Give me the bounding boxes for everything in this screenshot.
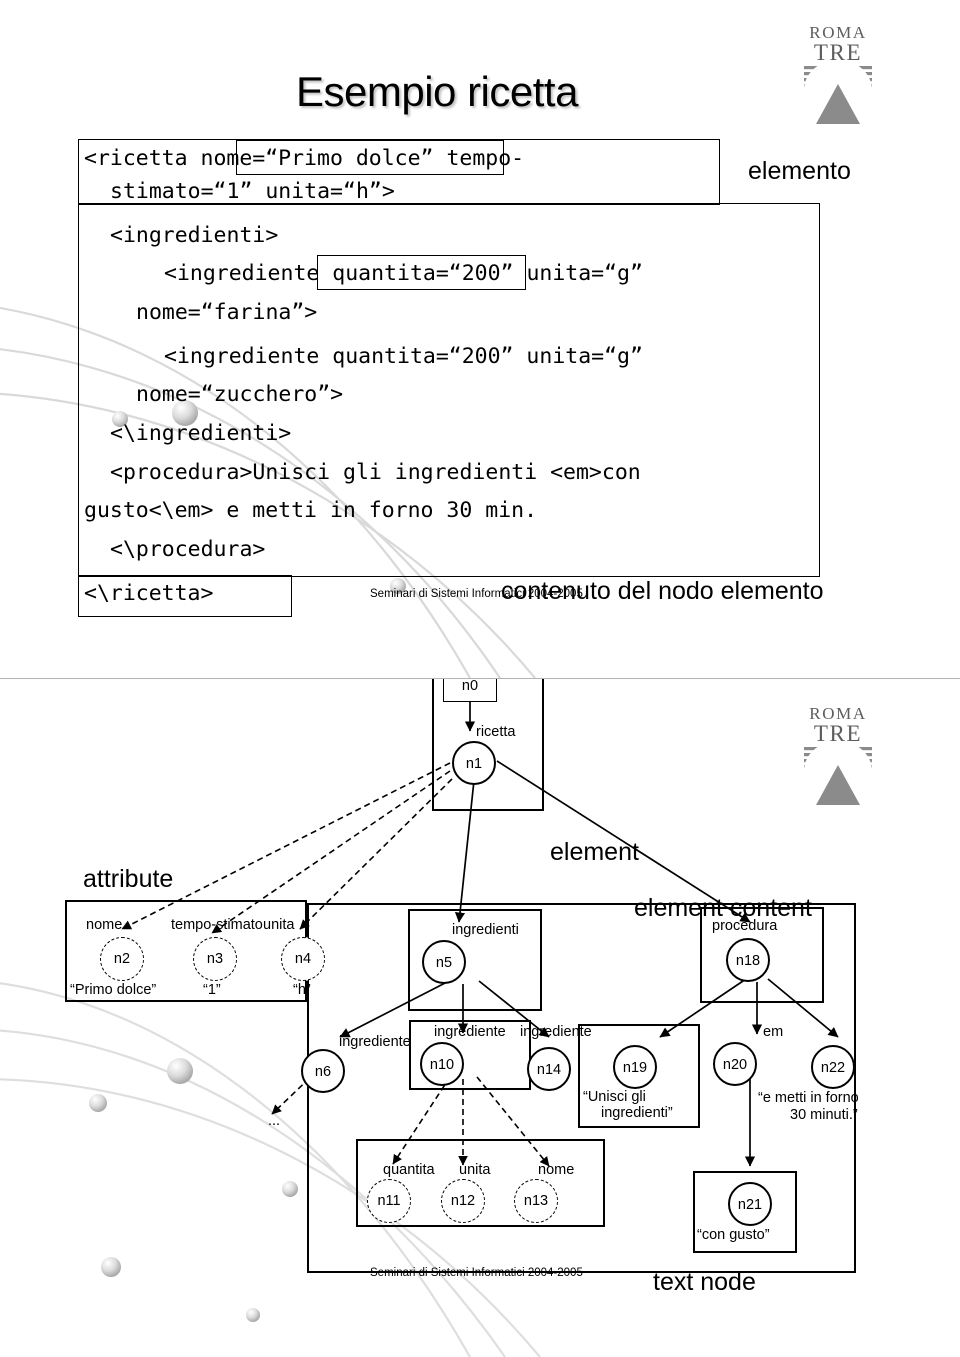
node-n11-label: n11 xyxy=(377,1193,401,1209)
code-line-2: stimato=“1” unita=“h”> xyxy=(110,179,395,204)
node-n19-label: n19 xyxy=(622,1060,648,1076)
node-n11[interactable]: n11 xyxy=(367,1179,411,1223)
code-seg-rest: tempo- xyxy=(433,146,525,171)
code-seg-rest2: unita=“g” xyxy=(513,261,643,286)
edge-label-ricetta: ricetta xyxy=(476,724,516,740)
node-n21-value: “con gusto” xyxy=(697,1227,770,1243)
node-n3[interactable]: n3 xyxy=(193,937,237,981)
node-n13-label: n13 xyxy=(523,1193,549,1209)
node-n20-label: n20 xyxy=(722,1057,748,1073)
node-n6-label: n6 xyxy=(314,1064,332,1080)
node-n5-label: n5 xyxy=(435,955,453,971)
presentation-page: ROMA TRE Esempio ricetta <ricetta nome=“… xyxy=(0,0,960,1357)
code-line-5: nome=“farina”> xyxy=(136,300,318,325)
code-line-11: <\procedura> xyxy=(110,537,266,562)
code-line-4: <ingrediente quantita=“200” unita=“g” xyxy=(164,257,643,290)
node-n4-value: “h” xyxy=(293,982,311,998)
node-n12[interactable]: n12 xyxy=(441,1179,485,1223)
node-n22-label: n22 xyxy=(820,1060,846,1076)
node-n0[interactable]: n0 xyxy=(443,679,497,702)
ellipsis-label: ... xyxy=(268,1113,281,1129)
node-n3-label: n3 xyxy=(206,951,224,967)
code-line-6: <ingrediente quantita=“200” unita=“g” xyxy=(164,344,643,369)
node-n21-label: n21 xyxy=(737,1197,763,1213)
code-line-3: <ingredienti> xyxy=(110,223,279,248)
code-line-8: <\ingredienti> xyxy=(110,421,292,446)
node-n13[interactable]: n13 xyxy=(514,1179,558,1223)
node-n5[interactable]: n5 xyxy=(422,940,466,984)
edge-label-ingredienti: ingredienti xyxy=(452,922,519,938)
slide1-title: Esempio ricetta xyxy=(296,68,578,115)
code-line-9: <procedura>Unisci gli ingredienti <em>co… xyxy=(110,460,641,485)
code-seg-attr2: quantita=“200” xyxy=(332,261,514,286)
node-n2-label: n2 xyxy=(113,951,131,967)
edge-label-ingrediente-n10: ingrediente xyxy=(434,1024,506,1040)
code-seg-attr: nome=“Primo dolce” xyxy=(200,146,434,171)
edge-label-nome-n13: nome xyxy=(538,1162,575,1178)
slide-esempio-ricetta: ROMA TRE Esempio ricetta <ricetta nome=“… xyxy=(0,0,960,678)
node-n3-value: “1” xyxy=(203,982,221,998)
node-n22-value-line2: 30 minuti.” xyxy=(790,1107,858,1123)
node-n18[interactable]: n18 xyxy=(726,938,770,982)
slide-esempio-2: ROMA TRE Esempio2 xyxy=(0,679,960,1357)
node-n22-value-line1: “e metti in forno xyxy=(758,1090,859,1106)
code-line-10: gusto<\em> e metti in forno 30 min. xyxy=(84,498,538,523)
node-n2-value: “Primo dolce” xyxy=(70,982,157,998)
callout-elemento: elemento xyxy=(748,157,851,185)
node-n10[interactable]: n10 xyxy=(420,1042,464,1086)
edge-label-ingrediente-n6: ingrediente xyxy=(339,1034,411,1050)
edge-label-quantita: quantita xyxy=(383,1162,435,1178)
edge-label-nome: nome xyxy=(86,917,123,933)
edge-label-procedura: procedura xyxy=(712,918,778,934)
code-line-1: <ricetta nome=“Primo dolce” tempo- xyxy=(84,142,524,175)
legend-attribute: attribute xyxy=(83,865,174,893)
node-n1-label: n1 xyxy=(465,756,483,772)
code-seg-tag: <ricetta xyxy=(84,146,201,171)
legend-element-content: element content xyxy=(634,894,812,922)
edge-label-unita: unita xyxy=(263,917,295,933)
node-n14-label: n14 xyxy=(536,1062,562,1078)
code-seg-pre: <ingrediente xyxy=(164,261,333,286)
code-line-7: nome=“zucchero”> xyxy=(136,382,344,407)
slide1-footer: Seminari di Sistemi Informatici 2004-200… xyxy=(370,588,583,600)
legend-text-node: text node xyxy=(653,1268,756,1296)
node-n20[interactable]: n20 xyxy=(713,1042,757,1086)
node-n2[interactable]: n2 xyxy=(100,937,144,981)
node-n22[interactable]: n22 xyxy=(811,1045,855,1089)
roma-tre-logo: ROMA TRE xyxy=(804,23,872,124)
node-n21[interactable]: n21 xyxy=(728,1182,772,1226)
legend-element: element xyxy=(550,838,639,866)
edge-label-unita-n12: unita xyxy=(459,1162,491,1178)
edge-label-tempo-stimato: tempo-stimato xyxy=(171,917,263,933)
node-n19[interactable]: n19 xyxy=(613,1045,657,1089)
node-n4[interactable]: n4 xyxy=(281,937,325,981)
node-n10-label: n10 xyxy=(429,1057,455,1073)
roma-tre-logo-2: ROMA TRE xyxy=(804,704,872,805)
node-n19-value-line1: “Unisci gli xyxy=(583,1089,646,1105)
node-n18-label: n18 xyxy=(735,953,761,969)
node-n12-label: n12 xyxy=(450,1193,476,1209)
node-n0-label: n0 xyxy=(461,679,479,694)
edge-label-em: em xyxy=(763,1024,784,1040)
code-line-12: <\ricetta> xyxy=(84,581,214,606)
slide2-footer: Seminari di Sistemi Informatici 2004-200… xyxy=(370,1267,583,1279)
node-n4-label: n4 xyxy=(294,951,312,967)
node-n6[interactable]: n6 xyxy=(301,1049,345,1093)
edge-label-ingrediente-n14: ingrediente xyxy=(520,1024,592,1040)
node-n14[interactable]: n14 xyxy=(527,1047,571,1091)
node-n1[interactable]: n1 xyxy=(452,741,496,785)
node-n19-value-line2: ingredienti” xyxy=(601,1105,673,1121)
